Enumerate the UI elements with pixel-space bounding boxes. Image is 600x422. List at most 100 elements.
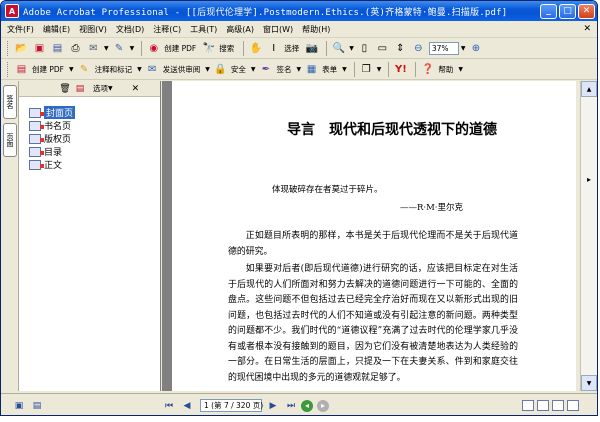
minimize-button[interactable]: _ bbox=[540, 3, 557, 19]
zoom-in-icon[interactable]: ⊕ bbox=[469, 41, 484, 56]
close-button[interactable]: ✕ bbox=[578, 3, 595, 19]
chevron-down-icon[interactable]: ▼ bbox=[108, 85, 113, 92]
menu-edit[interactable]: 编辑(E) bbox=[43, 24, 70, 35]
chevron-down-icon[interactable]: ▼ bbox=[461, 45, 466, 52]
select-label[interactable]: 选择 bbox=[284, 43, 299, 54]
new-bookmark-icon[interactable]: ▤ bbox=[74, 83, 86, 95]
scroll-up-icon[interactable]: ▲ bbox=[581, 81, 597, 97]
sign-button[interactable]: 签名 bbox=[277, 64, 292, 75]
select-tool-icon[interactable]: I bbox=[266, 41, 281, 56]
snapshot-icon[interactable]: 📷 bbox=[304, 41, 319, 56]
fit-page-icon[interactable]: ▭ bbox=[375, 41, 390, 56]
create-pdf-icon[interactable]: ▤ bbox=[14, 62, 29, 77]
pen-icon[interactable]: ✒ bbox=[259, 62, 274, 77]
menu-tools[interactable]: 工具(T) bbox=[190, 24, 217, 35]
fit-width-icon[interactable]: ⇕ bbox=[393, 41, 408, 56]
page-number-input[interactable]: 1 (第 7 / 320 页) bbox=[200, 399, 263, 412]
doc-close-icon[interactable]: ✕ bbox=[583, 24, 591, 34]
create-pdf-button[interactable]: 创建 PDF bbox=[32, 64, 64, 75]
previous-view-icon[interactable]: ◂ bbox=[301, 399, 313, 412]
document-view[interactable]: 导言 现代和后现代透视下的道德 体现破碎存在者莫过于碎片。 ——R·M·里尔克 … bbox=[162, 81, 576, 391]
last-page-icon[interactable]: ⏭ bbox=[283, 399, 299, 413]
print-icon[interactable]: ⎙ bbox=[68, 41, 83, 56]
bookmark-item[interactable]: 封面页 bbox=[29, 106, 160, 119]
page-layout-icon[interactable]: ▣ bbox=[11, 399, 27, 413]
menu-help[interactable]: 帮助(H) bbox=[302, 24, 330, 35]
menu-file[interactable]: 文件(F) bbox=[7, 24, 34, 35]
send-review-button[interactable]: 发送供审阅 bbox=[163, 64, 201, 75]
lock-icon[interactable]: 🔒 bbox=[213, 62, 228, 77]
chevron-down-icon[interactable]: ▼ bbox=[69, 66, 74, 73]
menu-advanced[interactable]: 高级(A) bbox=[226, 24, 254, 35]
menu-comments[interactable]: 注释(C) bbox=[153, 24, 181, 35]
chevron-down-icon[interactable]: ▼ bbox=[342, 66, 347, 73]
close-panel-icon[interactable]: ✕ bbox=[132, 84, 140, 94]
menu-window[interactable]: 窗口(W) bbox=[263, 24, 293, 35]
bookmark-list: 封面页 书名页 版权页 目录 正文 bbox=[19, 97, 160, 171]
zoom-out-icon[interactable]: ⊖ bbox=[411, 41, 426, 56]
attach-icon[interactable]: ✎ bbox=[112, 41, 127, 56]
secure-button[interactable]: 安全 bbox=[231, 64, 246, 75]
bookmark-options-button[interactable]: 选项 bbox=[93, 83, 108, 94]
create-icon[interactable]: ▣ bbox=[32, 41, 47, 56]
single-page-icon[interactable] bbox=[522, 400, 534, 411]
toolbar-grip[interactable] bbox=[7, 61, 10, 77]
bookmark-icon bbox=[29, 107, 44, 118]
chevron-down-icon[interactable]: ▼ bbox=[349, 45, 354, 52]
maximize-button[interactable]: □ bbox=[559, 3, 576, 19]
vertical-scrollbar[interactable]: ▲ ▸ ▼ bbox=[580, 81, 597, 391]
chevron-down-icon[interactable]: ▼ bbox=[130, 45, 135, 52]
save-icon[interactable]: ▤ bbox=[50, 41, 65, 56]
panel-expand-icon[interactable]: ▸ bbox=[581, 171, 597, 187]
nav-tab-signatures[interactable]: 签名 bbox=[3, 85, 17, 119]
menu-document[interactable]: 文档(D) bbox=[116, 24, 144, 35]
bookmark-item[interactable]: 目录 bbox=[29, 145, 160, 158]
hand-tool-icon[interactable]: ✋ bbox=[248, 41, 263, 56]
previous-page-icon[interactable]: ◀ bbox=[179, 399, 195, 413]
pdf-page: 导言 现代和后现代透视下的道德 体现破碎存在者莫过于碎片。 ——R·M·里尔克 … bbox=[172, 81, 576, 391]
search-icon[interactable]: 🔭 bbox=[201, 41, 216, 56]
chevron-down-icon[interactable]: ▼ bbox=[377, 66, 382, 73]
title-bar[interactable]: A Adobe Acrobat Professional - [[后现代伦理学]… bbox=[1, 1, 597, 21]
bookmark-item[interactable]: 正文 bbox=[29, 158, 160, 171]
continuous-facing-icon[interactable] bbox=[567, 400, 579, 411]
chevron-down-icon[interactable]: ▼ bbox=[251, 66, 256, 73]
zoom-in-tool-icon[interactable]: 🔍 bbox=[331, 41, 346, 56]
chevron-down-icon[interactable]: ▼ bbox=[458, 66, 463, 73]
chevron-down-icon[interactable]: ▼ bbox=[205, 66, 210, 73]
first-page-icon[interactable]: ⏮ bbox=[161, 399, 177, 413]
chevron-down-icon[interactable]: ▼ bbox=[137, 66, 142, 73]
search-label[interactable]: 搜索 bbox=[219, 43, 234, 54]
form-icon[interactable]: ▦ bbox=[304, 62, 319, 77]
comment-markup-button[interactable]: 注释和标记 bbox=[95, 64, 133, 75]
create-pdf-icon[interactable]: ◉ bbox=[146, 41, 161, 56]
yahoo-icon[interactable]: Y! bbox=[393, 62, 408, 77]
nav-tab-pages[interactable]: 页面 bbox=[3, 123, 17, 157]
next-page-icon[interactable]: ▶ bbox=[265, 399, 281, 413]
bookmark-item[interactable]: 书名页 bbox=[29, 119, 160, 132]
forms-button[interactable]: 表单 bbox=[322, 64, 337, 75]
actual-size-icon[interactable]: ▯ bbox=[357, 41, 372, 56]
continuous-icon[interactable] bbox=[537, 400, 549, 411]
email-icon[interactable]: ✉ bbox=[86, 41, 101, 56]
toolbar-grip[interactable] bbox=[7, 40, 10, 56]
facing-icon[interactable] bbox=[552, 400, 564, 411]
comment-icon[interactable]: ✎ bbox=[77, 62, 92, 77]
open-folder-icon[interactable]: 📂 bbox=[14, 41, 29, 56]
bookmark-label: 正文 bbox=[44, 161, 63, 171]
scroll-down-icon[interactable]: ▼ bbox=[581, 375, 597, 391]
help-button[interactable]: 帮助 bbox=[438, 64, 453, 75]
menu-view[interactable]: 视图(V) bbox=[79, 24, 107, 35]
delete-bookmark-icon[interactable]: 🗑 bbox=[59, 83, 71, 95]
chevron-down-icon[interactable]: ▼ bbox=[297, 66, 302, 73]
bookmark-item[interactable]: 版权页 bbox=[29, 132, 160, 145]
zoom-input[interactable]: 37% bbox=[428, 41, 459, 55]
options-icon[interactable]: ▤ bbox=[29, 399, 45, 413]
page-tools-icon[interactable]: ❐ bbox=[359, 62, 374, 77]
create-pdf-label[interactable]: 创建 PDF bbox=[164, 43, 196, 54]
review-icon[interactable]: ✉ bbox=[145, 62, 160, 77]
bookmark-icon bbox=[29, 120, 44, 131]
help-icon[interactable]: ❓ bbox=[420, 62, 435, 77]
chevron-down-icon[interactable]: ▼ bbox=[104, 45, 109, 52]
next-view-icon[interactable]: ▸ bbox=[317, 399, 329, 412]
